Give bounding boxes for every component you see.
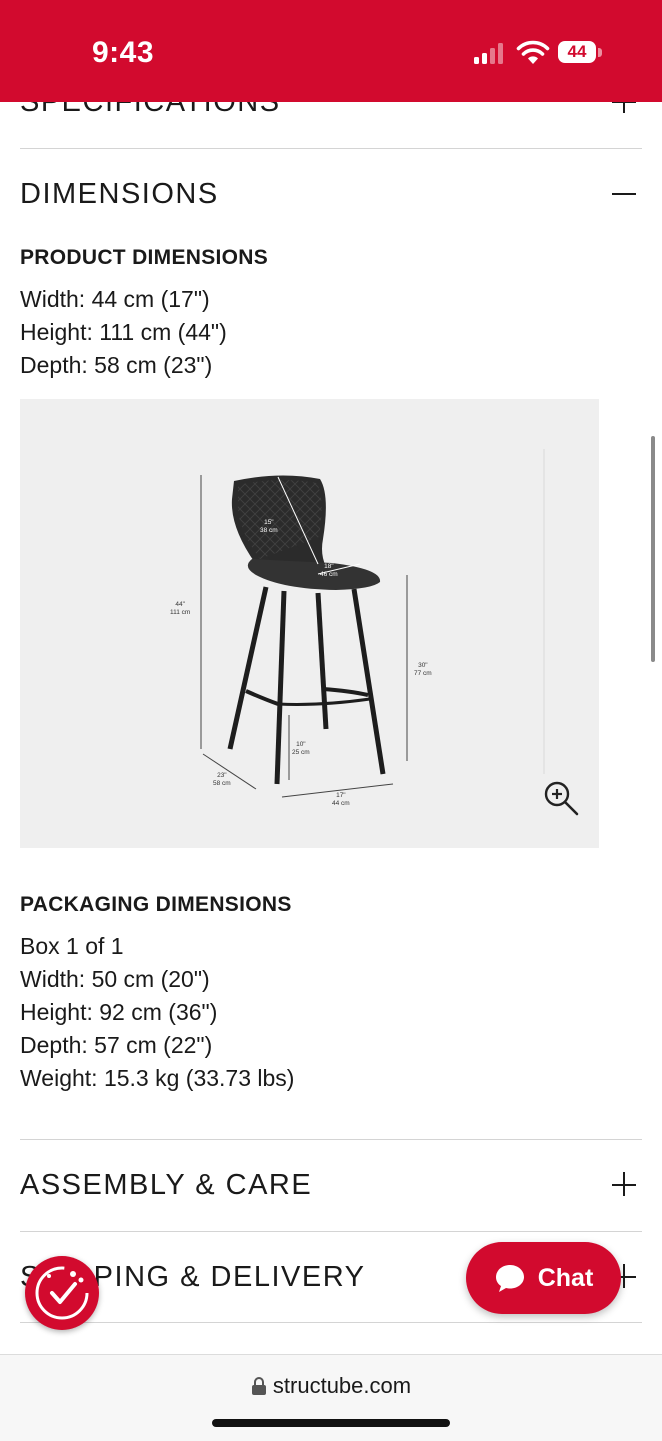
home-indicator[interactable] xyxy=(212,1419,450,1427)
battery-icon: 44 xyxy=(558,41,604,65)
product-depth: Depth: 58 cm (23") xyxy=(20,352,213,378)
packaging-weight: Weight: 15.3 kg (33.73 lbs) xyxy=(20,1065,295,1091)
wifi-icon xyxy=(516,40,550,64)
zoom-in-icon[interactable] xyxy=(542,779,580,817)
dimensions-title: DIMENSIONS xyxy=(20,177,219,210)
rewards-icon xyxy=(35,1266,89,1320)
status-time: 9:43 xyxy=(92,36,155,69)
dimension-diagram-image[interactable] xyxy=(20,399,599,848)
chat-button[interactable]: Chat xyxy=(466,1242,621,1314)
browser-bar: structube.com xyxy=(0,1354,662,1441)
diagram-label-seat-depth: 18" 46 cm xyxy=(320,563,338,578)
product-height: Height: 111 cm (44") xyxy=(20,319,227,345)
assembly-care-title: ASSEMBLY & CARE xyxy=(20,1168,313,1201)
diagram-label-overall-height: 44" 111 cm xyxy=(170,601,191,616)
bar-stool-illustration xyxy=(200,449,545,798)
minus-icon[interactable] xyxy=(612,181,638,207)
product-dimensions-heading: PRODUCT DIMENSIONS xyxy=(20,246,269,269)
status-bar: 9:43 44 xyxy=(0,0,662,102)
battery-level: 44 xyxy=(558,41,596,63)
packaging-dimensions-heading: PACKAGING DIMENSIONS xyxy=(20,893,292,916)
chat-label: Chat xyxy=(537,1263,594,1292)
lock-icon xyxy=(251,1377,266,1395)
page-scrollbar[interactable] xyxy=(651,436,655,662)
url-text: structube.com xyxy=(272,1373,412,1398)
diagram-label-depth: 23" 58 cm xyxy=(213,772,231,787)
packaging-depth: Depth: 57 cm (22") xyxy=(20,1032,213,1058)
rewards-badge-button[interactable] xyxy=(25,1256,99,1330)
packaging-box-count: Box 1 of 1 xyxy=(20,933,124,959)
diagram-label-back-height: 15" 38 cm xyxy=(260,519,278,534)
assembly-care-accordion[interactable]: ASSEMBLY & CARE xyxy=(20,1139,642,1230)
packaging-height: Height: 92 cm (36") xyxy=(20,999,218,1025)
diagram-label-width: 17" 44 cm xyxy=(332,792,350,807)
product-width: Width: 44 cm (17") xyxy=(20,286,210,312)
diagram-label-footrest: 10" 25 cm xyxy=(292,741,310,756)
address-bar[interactable]: structube.com xyxy=(0,1373,662,1399)
signal-icon xyxy=(474,43,503,64)
dimensions-accordion[interactable]: DIMENSIONS xyxy=(20,148,642,239)
packaging-width: Width: 50 cm (20") xyxy=(20,966,210,992)
diagram-label-seat-height: 30" 77 cm xyxy=(414,662,432,677)
plus-icon[interactable] xyxy=(612,1172,638,1198)
chat-bubble-icon xyxy=(495,1265,524,1292)
